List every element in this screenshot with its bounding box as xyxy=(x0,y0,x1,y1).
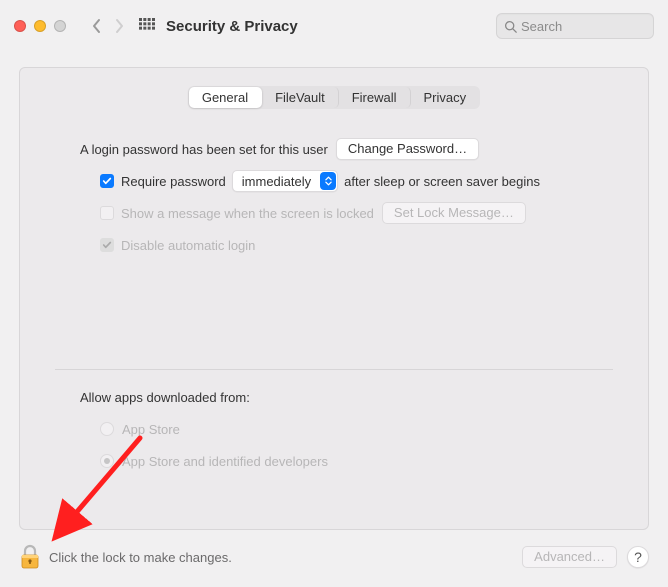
window-controls xyxy=(14,20,66,32)
radio-app-store xyxy=(100,422,114,436)
grid-icon xyxy=(139,18,155,34)
close-window-button[interactable] xyxy=(14,20,26,32)
check-icon xyxy=(102,240,112,250)
password-set-label: A login password has been set for this u… xyxy=(80,142,328,157)
lock-icon xyxy=(19,544,41,570)
require-password-label: Require password xyxy=(121,174,226,189)
minimize-window-button[interactable] xyxy=(34,20,46,32)
set-lock-message-button: Set Lock Message… xyxy=(382,202,526,224)
tab-general[interactable]: General xyxy=(189,87,262,108)
lock-button[interactable] xyxy=(19,544,41,570)
radio-app-store-label: App Store xyxy=(122,422,180,437)
titlebar: Security & Privacy xyxy=(0,0,668,52)
disable-auto-login-label: Disable automatic login xyxy=(121,238,255,253)
search-icon xyxy=(504,20,517,33)
require-password-suffix: after sleep or screen saver begins xyxy=(344,174,540,189)
advanced-button: Advanced… xyxy=(522,546,617,568)
change-password-button[interactable]: Change Password… xyxy=(336,138,479,160)
tab-privacy[interactable]: Privacy xyxy=(411,87,480,108)
chevron-left-icon xyxy=(91,18,103,34)
help-button[interactable]: ? xyxy=(627,546,649,568)
check-icon xyxy=(102,176,112,186)
tab-bar: General FileVault Firewall Privacy xyxy=(20,86,648,109)
chevron-right-icon xyxy=(113,18,125,34)
disable-auto-login-checkbox xyxy=(100,238,114,252)
divider xyxy=(55,369,613,370)
require-password-checkbox[interactable] xyxy=(100,174,114,188)
lock-hint-text: Click the lock to make changes. xyxy=(49,550,232,565)
tab-filevault[interactable]: FileVault xyxy=(262,87,339,108)
search-field[interactable] xyxy=(496,13,654,39)
require-password-delay-select[interactable]: immediately xyxy=(232,170,338,192)
show-all-button[interactable] xyxy=(136,14,158,38)
footer: Click the lock to make changes. Advanced… xyxy=(19,539,649,575)
back-button[interactable] xyxy=(86,14,108,38)
select-stepper-icon xyxy=(320,172,336,190)
tab-firewall[interactable]: Firewall xyxy=(339,87,411,108)
show-message-label: Show a message when the screen is locked xyxy=(121,206,374,221)
allow-apps-title: Allow apps downloaded from: xyxy=(55,390,613,405)
search-input[interactable] xyxy=(521,19,646,34)
select-value: immediately xyxy=(233,174,319,189)
radio-identified-developers xyxy=(100,454,114,468)
window-title: Security & Privacy xyxy=(166,18,298,35)
radio-identified-developers-label: App Store and identified developers xyxy=(122,454,328,469)
preferences-panel: General FileVault Firewall Privacy A log… xyxy=(19,67,649,530)
zoom-window-button xyxy=(54,20,66,32)
show-message-checkbox xyxy=(100,206,114,220)
general-content: A login password has been set for this u… xyxy=(20,109,648,473)
forward-button xyxy=(108,14,130,38)
